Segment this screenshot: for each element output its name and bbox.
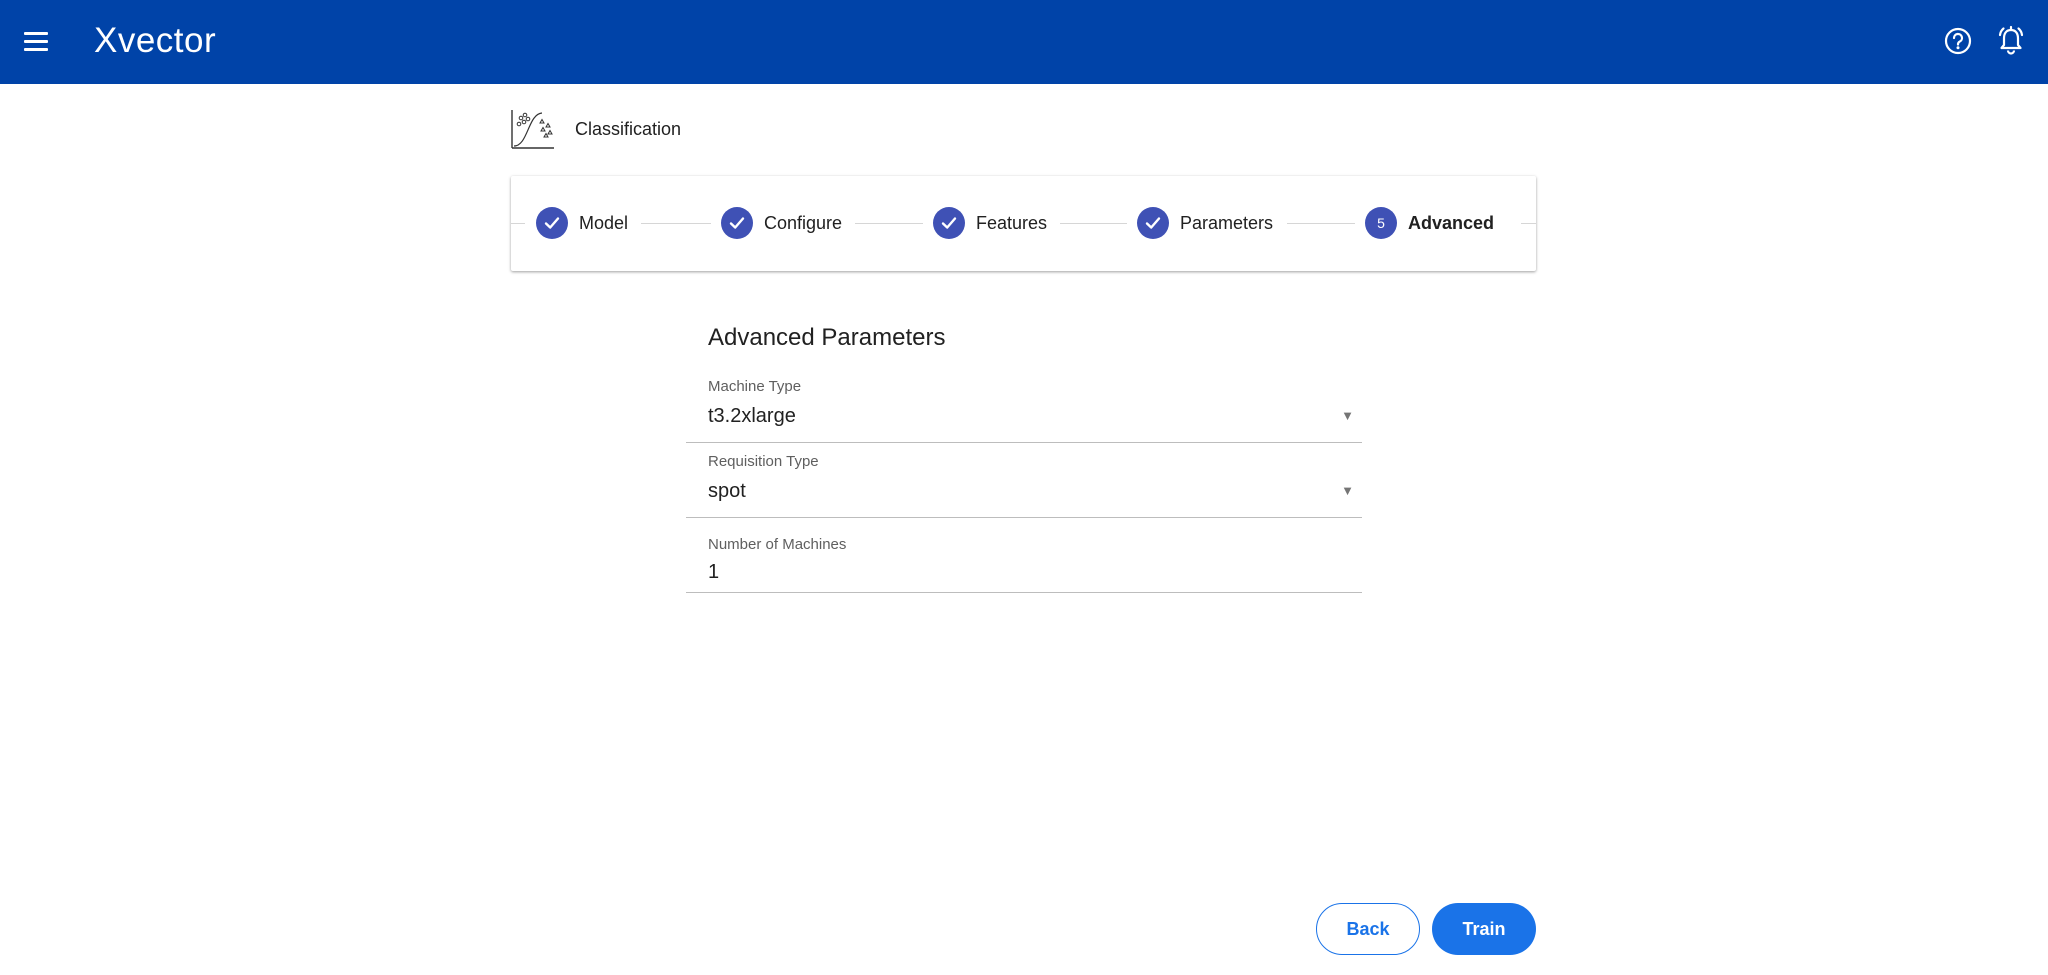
step-connector [1521, 223, 1536, 224]
step-label: Configure [764, 212, 843, 233]
check-icon [1137, 207, 1169, 239]
check-icon [721, 207, 753, 239]
step-connector [1060, 223, 1127, 224]
step-label: Features [976, 212, 1048, 233]
step-connector [511, 223, 525, 224]
form-title: Advanced Parameters [708, 324, 946, 351]
check-icon [933, 207, 965, 239]
classification-chart-icon [510, 108, 556, 150]
dropdown-arrow-icon[interactable]: ▼ [1341, 408, 1354, 423]
step-label: Advanced [1408, 212, 1495, 233]
step-parameters[interactable]: Parameters [1137, 207, 1273, 239]
step-configure[interactable]: Configure [721, 207, 842, 239]
step-connector [641, 223, 711, 224]
train-button[interactable]: Train [1432, 903, 1536, 955]
number-of-machines-label: Number of Machines [708, 536, 847, 553]
machine-type-value: t3.2xlarge [708, 405, 796, 427]
dropdown-arrow-icon[interactable]: ▼ [1341, 483, 1354, 498]
step-connector [1287, 223, 1355, 224]
step-label: Model [579, 212, 629, 233]
step-features[interactable]: Features [933, 207, 1047, 239]
help-circle-icon[interactable] [1943, 26, 1973, 56]
requisition-type-value: spot [708, 480, 746, 502]
step-label: Parameters [1180, 212, 1274, 233]
requisition-type-select[interactable]: Requisition Type spot ▼ [686, 443, 1362, 518]
app-logo[interactable]: Xvector [94, 18, 216, 64]
machine-type-select[interactable]: Machine Type t3.2xlarge ▼ [686, 368, 1362, 443]
stepper: Model Configure Features Parameters 5 Ad… [511, 176, 1536, 271]
number-of-machines-field[interactable]: Number of Machines 1 [686, 518, 1362, 593]
step-connector [855, 223, 923, 224]
number-of-machines-value[interactable]: 1 [708, 561, 719, 584]
machine-type-label: Machine Type [708, 378, 802, 395]
step-number: 5 [1365, 207, 1397, 239]
app-bar: Xvector [0, 0, 2048, 84]
hamburger-menu-icon[interactable] [22, 30, 52, 54]
page-title: Classification [575, 119, 682, 139]
step-model[interactable]: Model [536, 207, 628, 239]
requisition-type-label: Requisition Type [708, 453, 819, 470]
check-icon [536, 207, 568, 239]
bell-icon[interactable] [1994, 24, 2028, 58]
step-advanced[interactable]: 5 Advanced [1365, 207, 1494, 239]
back-button[interactable]: Back [1316, 903, 1420, 955]
